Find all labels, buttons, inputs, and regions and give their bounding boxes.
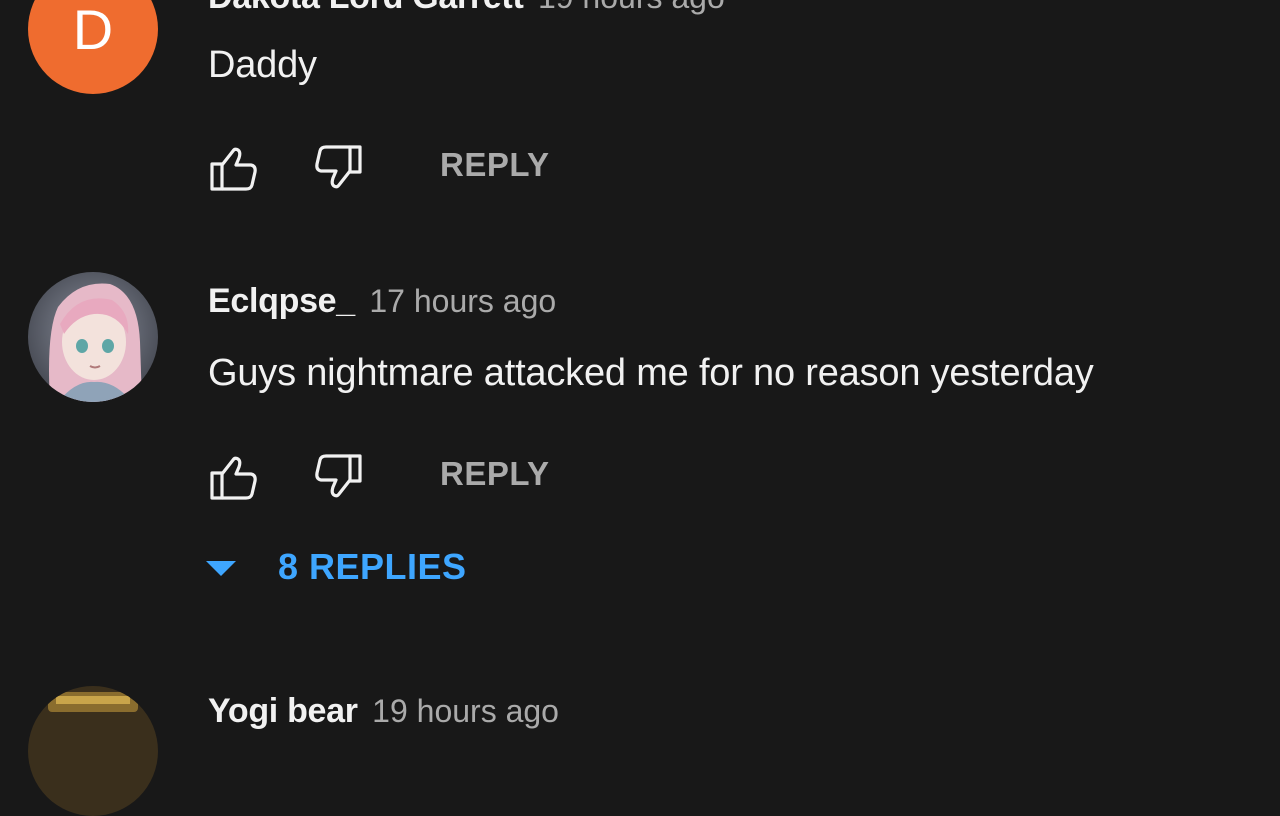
caret-down-icon (206, 561, 236, 576)
avatar[interactable]: D (28, 0, 158, 94)
comment-header: Eclqpse_ 17 hours ago (208, 282, 556, 321)
comment-author[interactable]: Eclqpse_ (208, 282, 355, 320)
reply-button[interactable]: REPLY (440, 146, 550, 184)
comment-header: Dakota Lord Garrett 19 hours ago (208, 0, 725, 17)
avatar-image (28, 272, 158, 402)
thumb-up-icon[interactable] (208, 451, 260, 503)
replies-count-label: 8 REPLIES (278, 546, 467, 587)
avatar[interactable] (28, 686, 158, 816)
avatar[interactable] (28, 272, 158, 402)
comment-author[interactable]: Dakota Lord Garrett (208, 0, 524, 16)
comment-timestamp[interactable]: 19 hours ago (538, 0, 725, 15)
thumb-down-icon[interactable] (312, 142, 364, 194)
thumb-down-icon[interactable] (312, 451, 364, 503)
comment-text: Guys nightmare attacked me for no reason… (208, 352, 1094, 394)
avatar-image (28, 686, 158, 816)
comment-text: Daddy (208, 44, 317, 86)
comment-timestamp[interactable]: 19 hours ago (372, 693, 559, 729)
reply-button[interactable]: REPLY (440, 455, 550, 493)
comment-header: Yogi bear 19 hours ago (208, 692, 559, 731)
comment-author[interactable]: Yogi bear (208, 692, 358, 730)
comment-timestamp[interactable]: 17 hours ago (369, 283, 556, 319)
thumb-up-icon[interactable] (208, 142, 260, 194)
avatar-letter: D (72, 0, 114, 61)
